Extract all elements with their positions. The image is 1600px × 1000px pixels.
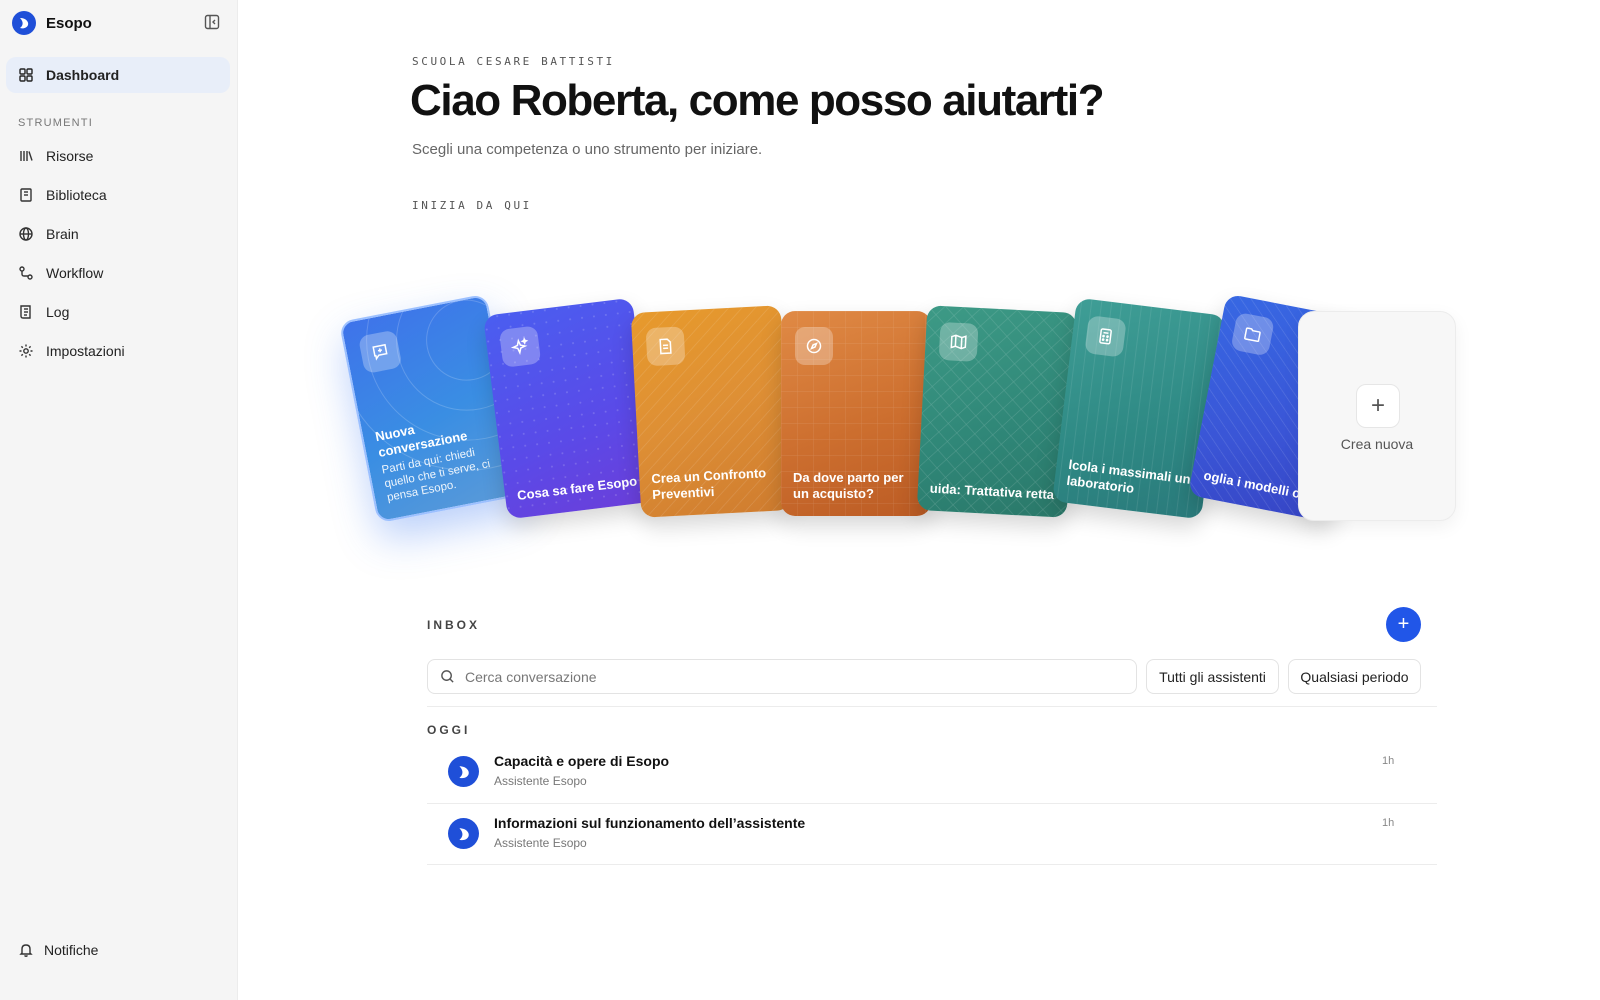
sidebar-item-label: Biblioteca <box>46 187 107 203</box>
chat-plus-icon <box>357 329 403 375</box>
page-title: Ciao Roberta, come posso aiutarti? <box>410 76 1105 125</box>
inbox-label: INBOX <box>427 618 481 632</box>
sidebar-item-label: Impostazioni <box>46 343 125 359</box>
book-icon <box>20 188 32 202</box>
conversation-assistant: Assistente Esopo <box>494 836 587 850</box>
library-icon <box>20 151 33 161</box>
conversation-title: Capacità e opere di Esopo <box>494 753 670 769</box>
calculator-icon <box>1084 315 1127 358</box>
sidebar-collapse-icon[interactable] <box>204 14 220 30</box>
school-name: SCUOLA CESARE BATTISTI <box>412 55 615 68</box>
sidebar-item-risorse[interactable]: Risorse <box>6 138 230 174</box>
sidebar-item-label: Brain <box>46 226 79 242</box>
conversation-time: 1h <box>1382 755 1395 767</box>
bell-icon <box>19 944 33 957</box>
conversation-row[interactable]: Informazioni sul funzionamento dell’assi… <box>412 803 1437 863</box>
page-subtitle: Scegli una competenza o uno strumento pe… <box>412 141 763 158</box>
compass-icon <box>795 327 833 365</box>
create-new-label: Crea nuova <box>1340 436 1414 452</box>
globe-icon <box>19 227 33 241</box>
sparkle-icon <box>498 325 542 368</box>
plus-icon: + <box>1356 384 1400 428</box>
conversation-row[interactable]: Capacità e opere di Esopo Assistente Eso… <box>412 741 1437 801</box>
document-icon <box>645 326 686 367</box>
sidebar-item-biblioteca[interactable]: Biblioteca <box>6 177 230 213</box>
conversation-time: 1h <box>1382 817 1395 829</box>
divider <box>427 864 1437 865</box>
sidebar-item-label: Risorse <box>46 148 94 164</box>
assistant-avatar-icon <box>448 756 479 787</box>
start-section-label: INIZIA DA QUI <box>412 199 532 212</box>
divider <box>427 706 1437 707</box>
folder-icon <box>1230 311 1275 357</box>
conversation-title: Informazioni sul funzionamento dell’assi… <box>494 815 806 831</box>
skill-card-purchase-start[interactable]: Da dove parto per un acquisto? <box>781 311 931 516</box>
workflow-icon <box>19 266 33 280</box>
sidebar-item-impostazioni[interactable]: Impostazioni <box>6 333 230 369</box>
notifications-label: Notifiche <box>44 942 99 958</box>
app-name: Esopo <box>46 14 92 32</box>
log-icon <box>20 305 31 319</box>
period-filter-dropdown[interactable]: Qualsiasi periodo <box>1288 659 1421 694</box>
assistant-filter-dropdown[interactable]: Tutti gli assistenti <box>1146 659 1279 694</box>
gear-icon <box>19 344 33 358</box>
search-icon <box>441 670 454 683</box>
tools-section-label: STRUMENTI <box>18 117 93 129</box>
sidebar-item-log[interactable]: Log <box>6 294 230 330</box>
card-title: Crea un Confronto Preventivi <box>651 465 767 503</box>
conversation-assistant: Assistente Esopo <box>494 774 587 788</box>
search-input[interactable] <box>465 668 1105 685</box>
sidebar-item-label: Log <box>46 304 70 320</box>
sidebar-item-dashboard[interactable]: Dashboard <box>6 57 230 93</box>
new-conversation-button[interactable]: + <box>1386 607 1421 642</box>
sidebar-item-workflow[interactable]: Workflow <box>6 255 230 291</box>
assistant-avatar-icon <box>448 818 479 849</box>
group-label-today: OGGI <box>427 723 471 737</box>
esopo-logo-icon <box>12 11 36 35</box>
create-new-card[interactable]: + Crea nuova <box>1298 311 1456 521</box>
sidebar: Esopo Dashboard STRUMENTI Risorse Biblio… <box>0 0 238 1000</box>
dashboard-icon <box>19 68 33 82</box>
skill-card-quote-comparison[interactable]: Crea un Confronto Preventivi <box>630 305 792 518</box>
notifications-button[interactable]: Notifiche <box>6 932 230 968</box>
sidebar-item-brain[interactable]: Brain <box>6 216 230 252</box>
conversation-search <box>427 659 1137 694</box>
map-icon <box>938 321 979 362</box>
sidebar-item-label: Workflow <box>46 265 104 281</box>
sidebar-item-label: Dashboard <box>46 67 120 83</box>
card-title: Da dove parto per un acquisto? <box>793 470 904 501</box>
brand[interactable]: Esopo <box>12 11 92 35</box>
